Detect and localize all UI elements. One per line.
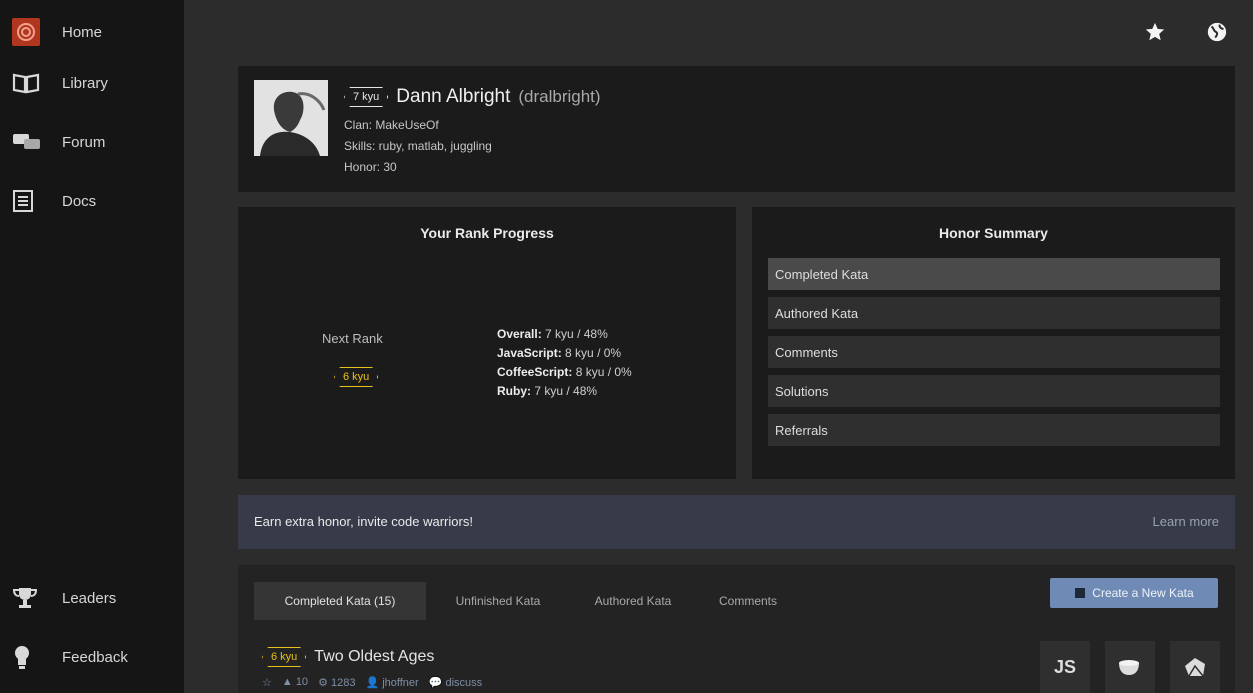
honor-row-completed-kata[interactable]: Completed Kata: [768, 258, 1220, 290]
invite-banner: Earn extra honor, invite code warriors! …: [238, 495, 1235, 549]
star-icon[interactable]: [1143, 20, 1167, 44]
kata-book-icon: [1075, 588, 1086, 598]
sidebar-item-library[interactable]: Library: [12, 67, 108, 99]
globe-icon[interactable]: [1205, 20, 1229, 44]
rank-badge: 7 kyu: [344, 87, 388, 107]
kata-stats: ☆ ▲ 10 ⚙ 1283 👤 jhoffner 💬 discuss: [262, 676, 482, 689]
codewars-logo-icon: [12, 18, 48, 46]
honor-summary-panel: Honor Summary Completed Kata Authored Ka…: [752, 207, 1235, 479]
create-new-kata-label: Create a New Kata: [1092, 586, 1194, 600]
profile-panel: 7 kyu Dann Albright (dralbright) Clan: M…: [238, 66, 1235, 192]
sidebar-item-label: Library: [62, 74, 108, 92]
sidebar-item-home[interactable]: Home: [12, 16, 102, 48]
sidebar-item-feedback[interactable]: Feedback: [12, 641, 128, 673]
honor-row-comments[interactable]: Comments: [768, 336, 1220, 368]
kata-title-line: 6 kyu Two Oldest Ages: [262, 647, 434, 667]
chat-bubbles-icon: [12, 129, 48, 155]
rank-line-coffeescript: CoffeeScript: 8 kyu / 0%: [497, 365, 632, 379]
document-icon: [12, 188, 48, 214]
rank-line-javascript: JavaScript: 8 kyu / 0%: [497, 346, 622, 360]
rank-progress-panel: Your Rank Progress Next Rank 6 kyu Overa…: [238, 207, 736, 479]
sidebar-item-label: Feedback: [62, 648, 128, 666]
rank-lines: Overall: 7 kyu / 48% JavaScript: 8 kyu /…: [497, 325, 632, 401]
ruby-icon[interactable]: [1170, 641, 1220, 693]
lightbulb-icon: [12, 644, 48, 670]
rank-badge: 6 kyu: [334, 367, 378, 387]
kata-star-icon[interactable]: ☆: [262, 676, 272, 689]
avatar: [254, 80, 328, 156]
sidebar-item-docs[interactable]: Docs: [12, 185, 96, 217]
sidebar-item-forum[interactable]: Forum: [12, 126, 105, 158]
kata-rank-badge: 6 kyu: [262, 647, 306, 667]
display-name: Dann Albright: [396, 86, 511, 107]
sidebar-item-label: Docs: [62, 192, 97, 210]
trophy-icon: [12, 585, 48, 611]
panel-title: Honor Summary: [939, 225, 1048, 241]
kata-section: Completed Kata (15) Unfinished Kata Auth…: [238, 565, 1235, 693]
kata-title[interactable]: Two Oldest Ages: [314, 648, 434, 666]
rank-line-ruby: Ruby: 7 kyu / 48%: [497, 384, 598, 398]
coffeescript-icon[interactable]: [1105, 641, 1155, 693]
kata-author[interactable]: 👤 jhoffner: [365, 676, 418, 689]
tab-authored-kata[interactable]: Authored Kata: [574, 582, 692, 620]
kata-discuss-link[interactable]: 💬 discuss: [429, 676, 482, 689]
tab-completed-kata[interactable]: Completed Kata (15): [254, 582, 426, 620]
username: (dralbright): [518, 87, 601, 106]
tab-unfinished-kata[interactable]: Unfinished Kata: [434, 582, 562, 620]
create-new-kata-button[interactable]: Create a New Kata: [1050, 578, 1218, 608]
invite-message: Earn extra honor, invite code warriors!: [254, 514, 473, 529]
clan-text: Clan: MakeUseOf: [344, 118, 439, 132]
honor-row-authored-kata[interactable]: Authored Kata: [768, 297, 1220, 329]
sidebar-item-label: Leaders: [62, 589, 117, 607]
sidebar-item-leaders[interactable]: Leaders: [12, 582, 116, 614]
profile-name-line: 7 kyu Dann Albright (dralbright): [344, 86, 601, 108]
tab-comments[interactable]: Comments: [700, 582, 796, 620]
skills-text: Skills: ruby, matlab, juggling: [344, 139, 492, 153]
sidebar-item-label: Forum: [62, 133, 106, 151]
honor-text: Honor: 30: [344, 160, 397, 174]
sidebar: Home Library Forum Docs Leaders Feedback: [0, 0, 184, 693]
honor-row-solutions[interactable]: Solutions: [768, 375, 1220, 407]
kata-votes: ▲ 10: [281, 676, 309, 688]
javascript-language-box[interactable]: JS: [1040, 641, 1090, 693]
next-rank-label: Next Rank: [322, 331, 383, 346]
learn-more-link[interactable]: Learn more: [1153, 514, 1219, 529]
sidebar-item-label: Home: [62, 23, 103, 41]
rank-line-overall: Overall: 7 kyu / 48%: [497, 327, 608, 341]
next-rank-badge: 6 kyu: [334, 367, 378, 387]
book-icon: [12, 70, 48, 96]
honor-row-referrals[interactable]: Referrals: [768, 414, 1220, 446]
kata-completions: ⚙ 1283: [318, 677, 356, 689]
panel-title: Your Rank Progress: [420, 225, 554, 241]
